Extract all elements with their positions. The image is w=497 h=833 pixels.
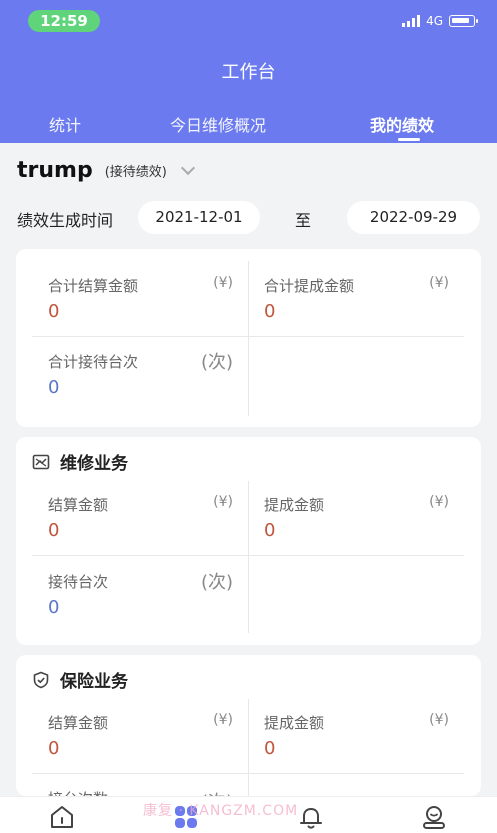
metric-label: 接待台次: [48, 573, 109, 591]
metric-value: 0: [264, 520, 276, 541]
start-date-picker[interactable]: 2021-12-01: [138, 201, 260, 234]
divider: [248, 699, 249, 796]
person-role: (接待绩效): [104, 165, 167, 180]
status-indicators: 4G: [402, 14, 478, 28]
divider: [32, 336, 464, 337]
battery-icon: [449, 15, 478, 27]
network-type: 4G: [426, 14, 443, 28]
total-commission-amount: 合计提成金额 (¥) 0: [264, 275, 449, 325]
total-reception-count: 合计接待台次 (次) 0: [48, 351, 233, 401]
insurance-settlement-amount: 结算金额 (¥) 0: [48, 712, 233, 762]
total-settlement-amount: 合计结算金额 (¥) 0: [48, 275, 233, 325]
tab-today-repair[interactable]: 今日维修概况: [170, 112, 266, 136]
metric-label: 接台次数: [48, 788, 108, 796]
profile-icon[interactable]: [420, 803, 448, 831]
date-range-label: 绩效生成时间: [17, 211, 114, 230]
divider: [32, 555, 464, 556]
insurance-commission-amount: 提成金额 (¥) 0: [264, 712, 449, 762]
date-range: 绩效生成时间 2021-12-01 至 2022-09-29: [17, 201, 483, 234]
metric-value: 0: [48, 597, 60, 618]
metric-unit: (次): [200, 572, 233, 593]
metric-unit: (次): [200, 352, 233, 373]
status-bar: 12:59 4G: [0, 0, 497, 40]
page-title: 工作台: [221, 62, 276, 83]
home-icon[interactable]: [48, 803, 76, 831]
section-title-text: 保险业务: [60, 672, 128, 692]
repair-commission-amount: 提成金额 (¥) 0: [264, 494, 449, 544]
metric-label: 结算金额: [48, 714, 109, 732]
metric-label: 合计提成金额: [264, 277, 355, 295]
metric-label: 提成金额: [264, 496, 325, 514]
metric-value: 0: [264, 738, 276, 759]
chevron-down-icon[interactable]: [180, 160, 195, 175]
person-selector[interactable]: trump (接待绩效): [17, 158, 195, 183]
metric-unit: (次): [201, 788, 233, 796]
metric-unit: (¥): [429, 712, 449, 728]
shield-icon: [33, 671, 49, 688]
end-date-picker[interactable]: 2022-09-29: [347, 201, 480, 234]
metric-value: 0: [48, 377, 60, 398]
metric-unit: (¥): [429, 494, 449, 510]
active-tab-indicator: [398, 138, 420, 141]
repair-icon: [32, 454, 50, 469]
divider: [248, 481, 249, 633]
metric-unit: (¥): [213, 494, 233, 510]
bell-icon[interactable]: [297, 803, 325, 831]
metric-label: 合计接待台次: [48, 353, 139, 371]
watermark: 康复 · KANGZM.COM: [143, 803, 299, 819]
metric-value: 0: [48, 520, 60, 541]
repair-business-card: 维修业务 结算金额 (¥) 0 提成金额 (¥) 0 接待台次 (次) 0: [16, 437, 481, 645]
insurance-business-card: 保险业务 结算金额 (¥) 0 提成金额 (¥) 0 接台次数 (次): [16, 655, 481, 796]
metric-label: 提成金额: [264, 714, 325, 732]
metric-unit: (¥): [213, 275, 233, 291]
repair-settlement-amount: 结算金额 (¥) 0: [48, 494, 233, 544]
section-title: 保险业务: [32, 667, 128, 692]
status-time: 12:59: [28, 10, 100, 32]
app-header: 12:59 4G 工作台 统计 今日维修概况 我的绩效: [0, 0, 497, 143]
metric-value: 0: [48, 738, 60, 759]
metric-label: 结算金额: [48, 496, 109, 514]
repair-reception-count: 接待台次 (次) 0: [48, 571, 233, 621]
metric-value: 0: [264, 301, 276, 322]
section-title-text: 维修业务: [60, 454, 128, 474]
insurance-count: 接台次数 (次): [48, 788, 233, 796]
date-separator: 至: [295, 211, 312, 230]
metric-unit: (¥): [429, 275, 449, 291]
divider: [32, 773, 464, 774]
metric-value: 0: [48, 301, 60, 322]
summary-card: 合计结算金额 (¥) 0 合计提成金额 (¥) 0 合计接待台次 (次) 0: [16, 249, 481, 427]
section-title: 维修业务: [32, 449, 128, 474]
metric-label: 合计结算金额: [48, 277, 139, 295]
metric-unit: (¥): [213, 712, 233, 728]
person-name: trump: [17, 158, 93, 183]
tab-bar: 统计 今日维修概况 我的绩效: [0, 112, 497, 143]
divider: [248, 261, 249, 416]
tab-my-performance[interactable]: 我的绩效: [370, 112, 434, 136]
signal-icon: [402, 15, 421, 27]
tab-statistics[interactable]: 统计: [49, 112, 81, 136]
